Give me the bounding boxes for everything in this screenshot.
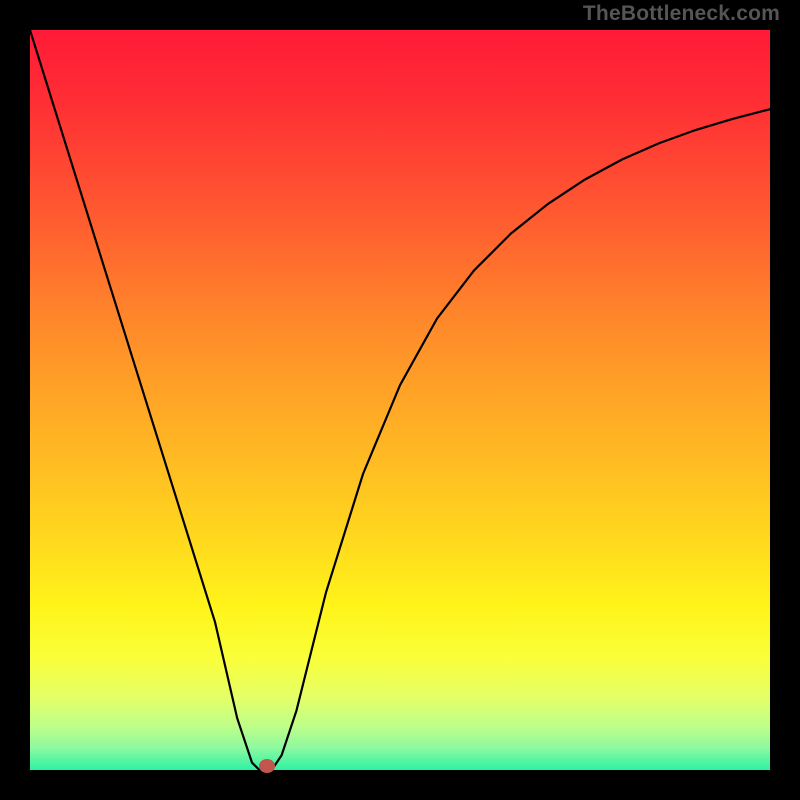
plot-area [30,30,770,770]
watermark-text: TheBottleneck.com [583,2,780,26]
chart-frame: TheBottleneck.com [0,0,800,800]
optimal-point-marker [259,759,275,773]
bottleneck-curve [30,30,770,770]
